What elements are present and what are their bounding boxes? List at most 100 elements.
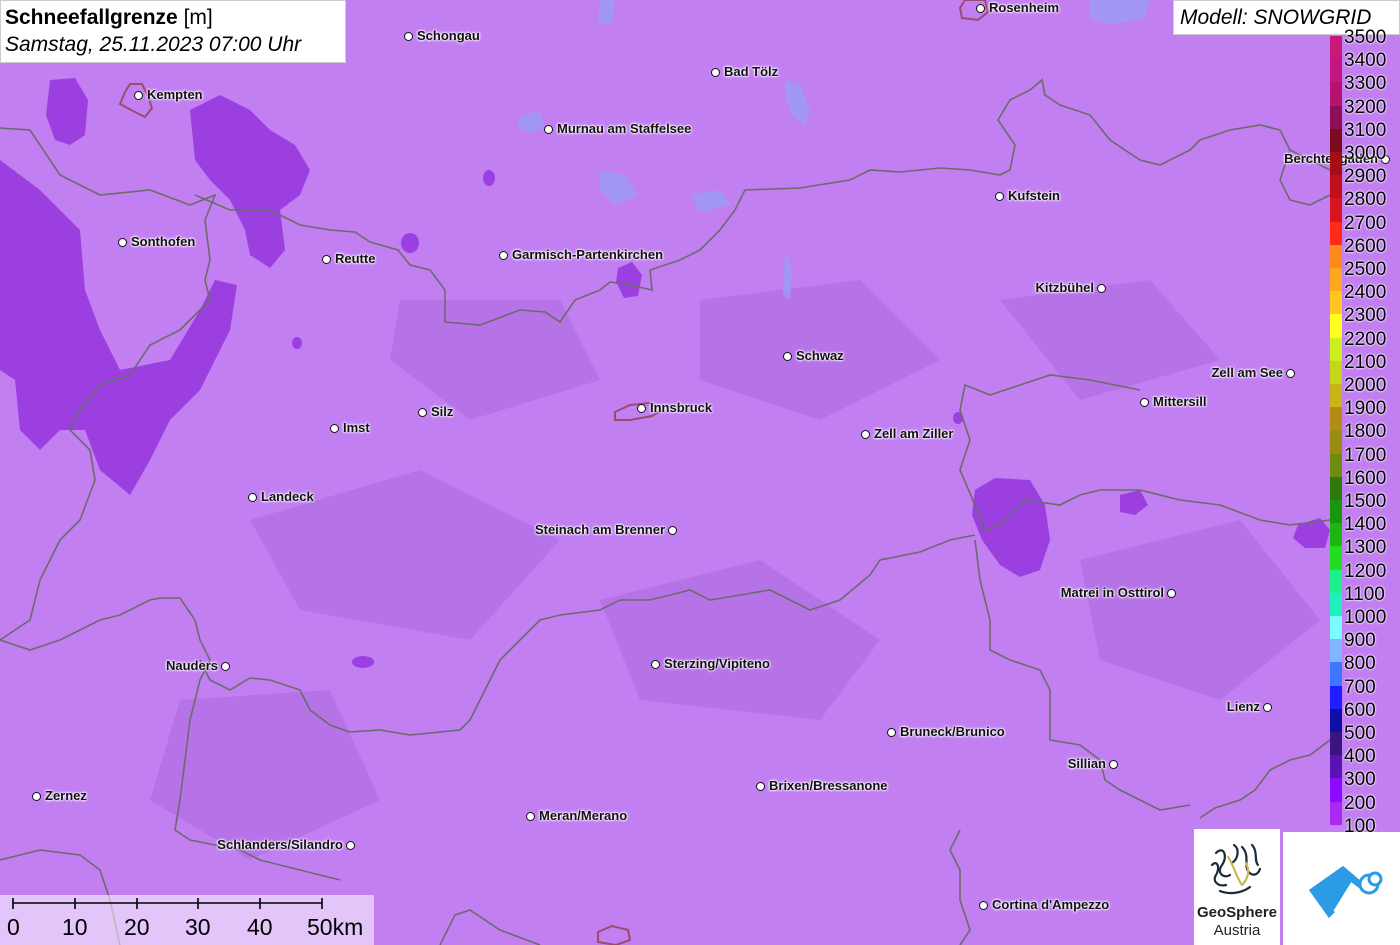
city-marker [979, 901, 988, 910]
legend-item: 500 [1328, 722, 1400, 756]
legend-item: 200 [1328, 792, 1400, 825]
legend-item: 1100 [1328, 583, 1400, 616]
city-label: Bruneck/Brunico [900, 724, 1005, 739]
city-marker [544, 125, 553, 134]
city-label: Sillian [1067, 756, 1106, 771]
city-label: Steinach am Brenner [534, 522, 665, 537]
legend-label: 1900 [1344, 398, 1387, 420]
legend-item: 900 [1328, 629, 1400, 663]
legend-label: 2800 [1344, 189, 1387, 211]
city-marker [499, 251, 508, 260]
legend-item: 2000 [1328, 374, 1400, 408]
city-marker [651, 660, 660, 669]
city-label: Kempten [147, 87, 203, 102]
legend-label: 700 [1344, 676, 1376, 698]
city-label: Rosenheim [989, 0, 1060, 15]
legend-label: 900 [1344, 630, 1376, 652]
scale-bar-line [12, 898, 323, 909]
city-marker [668, 526, 677, 535]
legend-item: 2400 [1328, 281, 1400, 315]
city-label: Innsbruck [650, 400, 713, 415]
legend-label: 2600 [1344, 235, 1387, 257]
city-marker [995, 192, 1004, 201]
map-canvas[interactable] [0, 0, 1400, 945]
legend-label: 800 [1344, 653, 1376, 675]
city-marker [330, 424, 339, 433]
legend-label: 1600 [1344, 467, 1387, 489]
legend-label: 400 [1344, 746, 1376, 768]
city-marker [526, 812, 535, 821]
legend-item: 600 [1328, 699, 1400, 732]
color-legend: 3500 3400 3300 3200 3100 3000 2900 2800 2700 2600… [1328, 28, 1400, 848]
scale-bar: 0 10 20 30 40 50km [0, 895, 374, 945]
city-label: Meran/Merano [539, 808, 628, 823]
legend-label: 3100 [1344, 119, 1387, 141]
legend-item: 1800 [1328, 420, 1400, 454]
geosphere-logo[interactable]: GeoSphere Austria [1194, 829, 1280, 945]
legend-label: 500 [1344, 723, 1376, 744]
city-label: Kufstein [1008, 188, 1060, 203]
scale-tick-30: 30 [185, 914, 211, 940]
legend-label: 1700 [1344, 444, 1387, 466]
city-marker [861, 430, 870, 439]
city-label: Reutte [335, 251, 376, 266]
legend-item: 1000 [1328, 606, 1400, 640]
city-label: Bad Tölz [724, 64, 779, 79]
legend-label: 1800 [1344, 421, 1387, 443]
city-label: Silz [431, 404, 454, 419]
legend-item: 3300 [1328, 72, 1400, 106]
scale-tick-50km: 50km [307, 914, 364, 940]
legend-item: 1300 [1328, 536, 1400, 570]
city-label: Schwaz [796, 348, 844, 363]
title-box: Schneefallgrenze [m] Samstag, 25.11.2023… [0, 0, 346, 63]
legend-label: 1300 [1344, 537, 1387, 559]
legend-item: 1700 [1328, 444, 1400, 477]
geosphere-country: Austria [1213, 922, 1261, 939]
city-marker [1097, 284, 1106, 293]
city-marker [118, 238, 127, 247]
legend-item: 2100 [1328, 351, 1400, 384]
city-label: Sterzing/Vipiteno [664, 656, 770, 671]
city-label: Schlanders/Silandro [217, 837, 343, 852]
legend-label: 2100 [1344, 351, 1387, 373]
legend-item: 2600 [1328, 235, 1400, 268]
city-label: Mittersill [1153, 394, 1207, 409]
scale-tick-40: 40 [247, 914, 273, 940]
scale-tick-10: 10 [62, 914, 88, 940]
legend-item: 800 [1328, 652, 1400, 686]
legend-label: 3300 [1344, 73, 1387, 95]
legend-label: 2300 [1344, 305, 1387, 327]
legend-label: 1000 [1344, 607, 1387, 628]
city-label: Lienz [1226, 699, 1260, 714]
geosphere-emblem-icon [1210, 843, 1262, 895]
app-logo[interactable] [1283, 832, 1400, 945]
city-marker [418, 408, 427, 417]
legend-item: 3100 [1328, 119, 1400, 152]
city-label: Landeck [261, 489, 314, 504]
legend-item: 400 [1328, 745, 1400, 779]
house-snow-icon [1309, 866, 1383, 918]
city-marker [221, 662, 230, 671]
legend-label: 2200 [1344, 328, 1387, 350]
city-label: Schongau [417, 28, 480, 43]
legend-label: 1100 [1344, 583, 1385, 605]
legend-item: 1400 [1328, 513, 1400, 547]
legend-label: 1500 [1344, 491, 1387, 512]
city-label: Brixen/Bressanone [769, 778, 888, 793]
legend-label: 3000 [1344, 143, 1387, 164]
city-label: Sonthofen [131, 234, 196, 249]
city-marker [134, 91, 143, 100]
legend-label: 300 [1344, 769, 1376, 791]
city-label: Matrei in Osttirol [1060, 585, 1164, 600]
city-marker [756, 782, 765, 791]
city-marker [1109, 760, 1118, 769]
legend-item: 3500 [1328, 26, 1400, 60]
city-marker [404, 32, 413, 41]
city-marker [976, 4, 985, 13]
city-label: Zell am See [1211, 365, 1283, 380]
city-label: Kitzbühel [1035, 280, 1095, 295]
legend-label: 3400 [1344, 50, 1387, 72]
city-marker [783, 352, 792, 361]
city-marker [887, 728, 896, 737]
city-marker [248, 493, 257, 502]
